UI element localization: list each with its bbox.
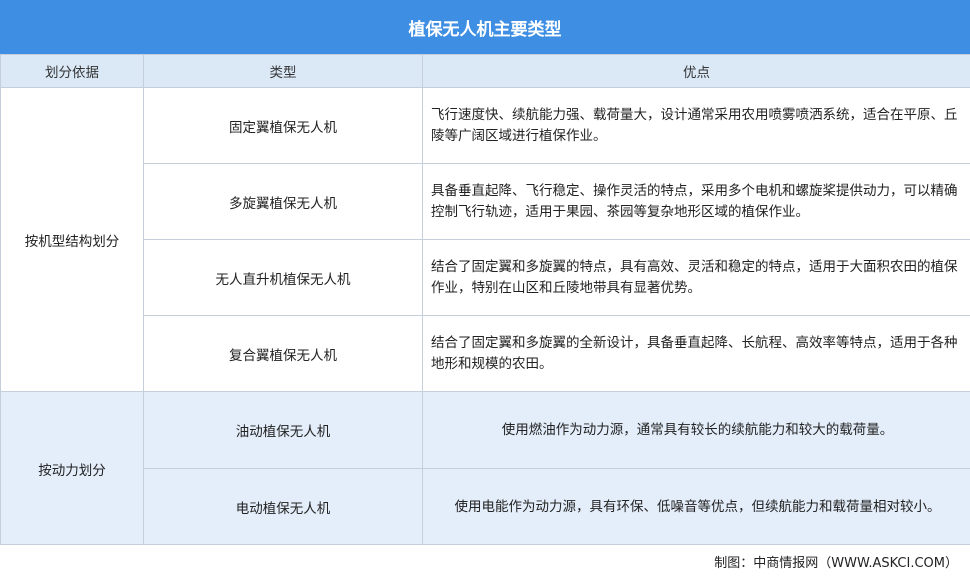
- advantage-cell: 使用电能作为动力源，具有环保、低噪音等优点，但续航能力和载荷量相对较小。: [423, 469, 970, 546]
- advantage-cell: 结合了固定翼和多旋翼的特点，具有高效、灵活和稳定的特点，适用于大面积农田的植保作…: [423, 240, 970, 316]
- advantage-cell: 具备垂直起降、飞行稳定、操作灵活的特点，采用多个电机和螺旋桨提供动力，可以精确控…: [423, 164, 970, 240]
- table-row: 按动力划分 油动植保无人机 使用燃油作为动力源，通常具有较长的续航能力和较大的载…: [1, 392, 970, 469]
- header-basis: 划分依据: [1, 55, 144, 88]
- table-header-row: 划分依据 类型 优点: [1, 55, 970, 88]
- types-table: 划分依据 类型 优点 按机型结构划分 固定翼植保无人机 飞行速度快、续航能力强、…: [0, 54, 970, 546]
- type-cell: 油动植保无人机: [144, 392, 423, 469]
- type-cell: 多旋翼植保无人机: [144, 164, 423, 240]
- header-type: 类型: [144, 55, 423, 88]
- table-row: 按机型结构划分 固定翼植保无人机 飞行速度快、续航能力强、载荷量大，设计通常采用…: [1, 88, 970, 164]
- table-row: 电动植保无人机 使用电能作为动力源，具有环保、低噪音等优点，但续航能力和载荷量相…: [1, 469, 970, 546]
- type-cell: 固定翼植保无人机: [144, 88, 423, 164]
- group-basis-structure: 按机型结构划分: [1, 88, 144, 392]
- advantage-cell: 使用燃油作为动力源，通常具有较长的续航能力和较大的载荷量。: [423, 392, 970, 469]
- table-row: 无人直升机植保无人机 结合了固定翼和多旋翼的特点，具有高效、灵活和稳定的特点，适…: [1, 240, 970, 316]
- table-row: 多旋翼植保无人机 具备垂直起降、飞行稳定、操作灵活的特点，采用多个电机和螺旋桨提…: [1, 164, 970, 240]
- footer-credit: 制图：中商情报网（WWW.ASKCI.COM）: [714, 552, 958, 571]
- header-advantage: 优点: [423, 55, 970, 88]
- table-row: 复合翼植保无人机 结合了固定翼和多旋翼的全新设计，具备垂直起降、长航程、高效率等…: [1, 316, 970, 392]
- advantage-cell: 结合了固定翼和多旋翼的全新设计，具备垂直起降、长航程、高效率等特点，适用于各种地…: [423, 316, 970, 392]
- footer: 制图：中商情报网（WWW.ASKCI.COM）: [0, 544, 970, 577]
- table-title: 植保无人机主要类型: [0, 0, 970, 54]
- type-cell: 无人直升机植保无人机: [144, 240, 423, 316]
- advantage-cell: 飞行速度快、续航能力强、载荷量大，设计通常采用农用喷雾喷洒系统，适合在平原、丘陵…: [423, 88, 970, 164]
- group-basis-power: 按动力划分: [1, 392, 144, 546]
- type-cell: 复合翼植保无人机: [144, 316, 423, 392]
- type-cell: 电动植保无人机: [144, 469, 423, 546]
